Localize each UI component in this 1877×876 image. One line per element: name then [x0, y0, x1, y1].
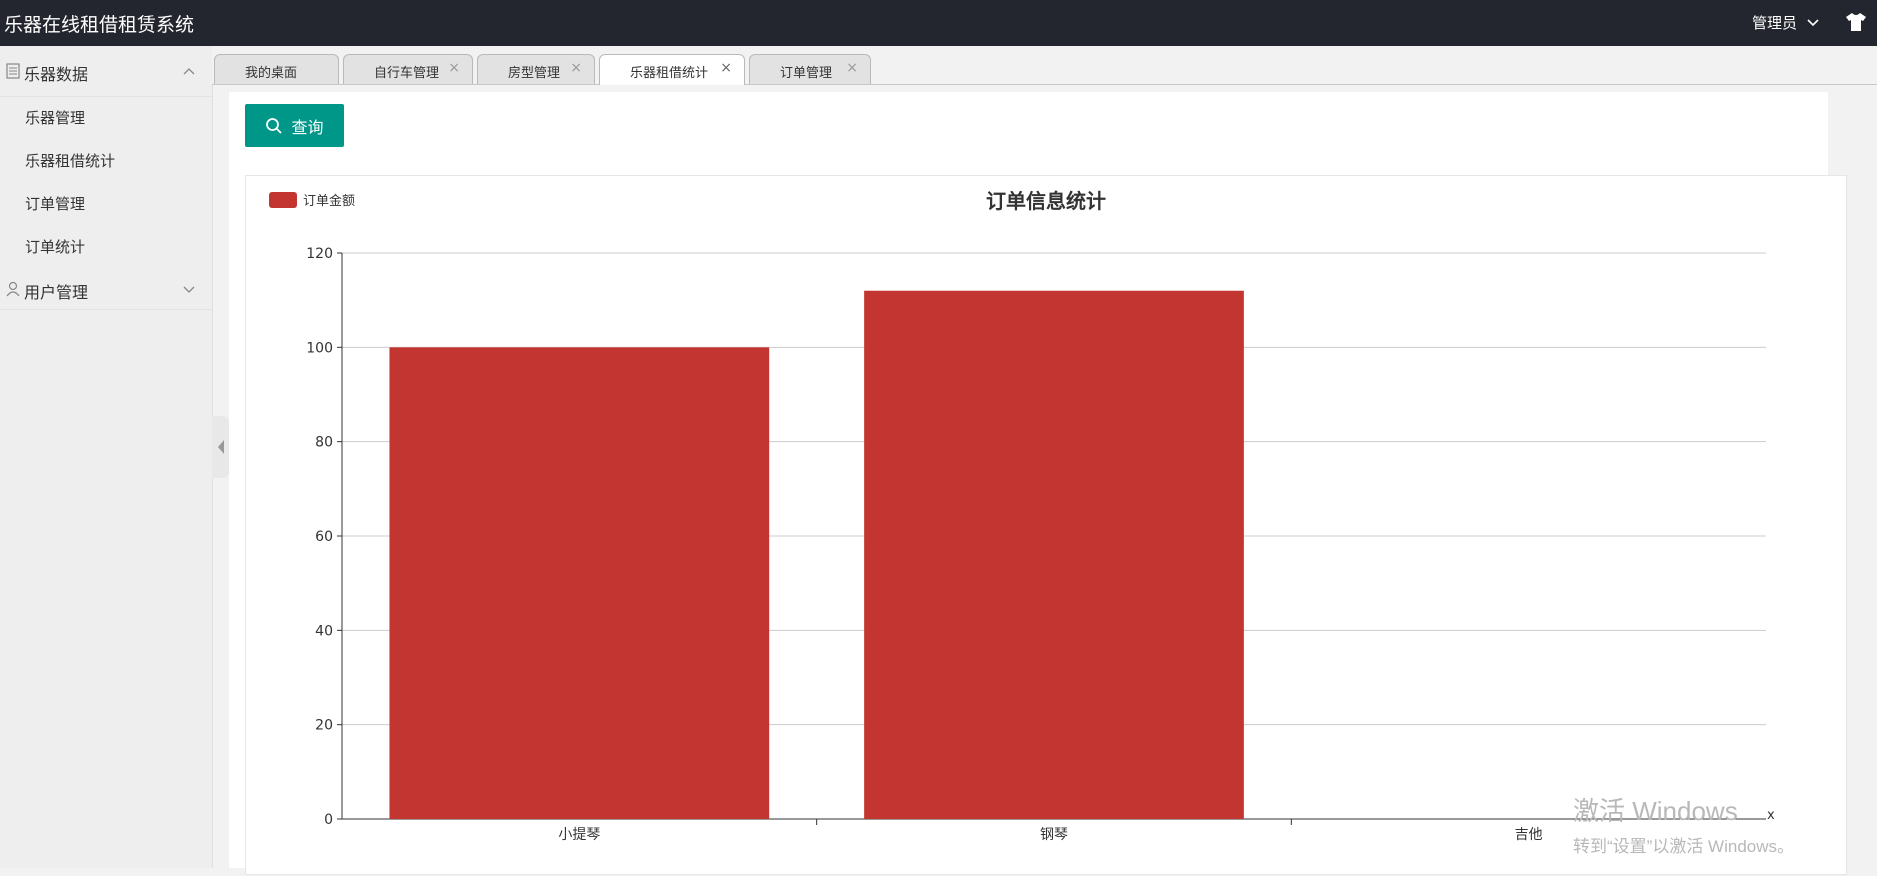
caret-left-icon — [218, 440, 224, 454]
tab-rental-statistics[interactable]: 乐器租借统计 × — [599, 54, 745, 85]
search-icon — [266, 117, 283, 134]
query-button[interactable]: 查询 — [245, 104, 344, 147]
user-name: 管理员 — [1751, 14, 1797, 32]
y-tick-label: 80 — [315, 435, 333, 451]
sidebar-item-instrument-management[interactable]: 乐器管理 — [0, 97, 212, 140]
chevron-down-icon — [1807, 18, 1819, 26]
sidebar-collapse-handle[interactable] — [212, 416, 230, 478]
sidebar: 乐器数据 乐器管理 乐器租借统计 订单管理 订单统计 用户管理 — [0, 46, 213, 868]
tab-label: 订单管理 — [780, 66, 833, 81]
tab-label: 乐器租借统计 — [630, 66, 709, 81]
main-content: 查询 订单信息统计 订单金额 0 20 40 60 80 100 120 小提琴 钢琴 吉他 — [229, 92, 1847, 875]
chevron-down-icon — [183, 286, 195, 293]
bar-chart: 订单信息统计 订单金额 0 20 40 60 80 100 120 小提琴 钢琴 吉他 — [269, 189, 1766, 843]
sidebar-group-instrument-data[interactable]: 乐器数据 — [0, 46, 212, 97]
tab-bicycle-management[interactable]: 自行车管理 × — [343, 54, 473, 84]
y-tick-label: 60 — [315, 529, 333, 545]
sidebar-group-label: 乐器数据 — [24, 65, 89, 84]
y-tick-label: 0 — [324, 812, 333, 828]
close-icon[interactable]: × — [846, 60, 858, 76]
x-tick-label: 小提琴 — [558, 827, 600, 843]
watermark-line2: 转到“设置”以激活 Windows。 — [1573, 837, 1795, 856]
bar — [864, 290, 1244, 819]
list-icon — [6, 63, 20, 79]
sidebar-item-order-management[interactable]: 订单管理 — [0, 183, 212, 226]
y-tick-label: 120 — [306, 246, 333, 262]
tab-label: 我的桌面 — [245, 66, 298, 81]
y-tick-label: 100 — [306, 340, 333, 356]
app-title: 乐器在线租借租赁系统 — [4, 14, 195, 36]
tab-room-type-management[interactable]: 房型管理 × — [477, 54, 595, 84]
y-tick-label: 20 — [315, 718, 333, 734]
close-icon[interactable]: × — [570, 60, 582, 76]
windows-activation-watermark: 激活 Windows 转到“设置”以激活 Windows。 — [1573, 791, 1794, 857]
tab-label: 自行车管理 — [374, 66, 440, 81]
sidebar-item-rental-statistics[interactable]: 乐器租借统计 — [0, 140, 212, 183]
tab-label: 房型管理 — [508, 66, 561, 81]
watermark-close[interactable]: x — [1767, 808, 1775, 823]
close-icon[interactable]: × — [720, 60, 732, 76]
sidebar-group-user-management[interactable]: 用户管理 — [0, 269, 212, 310]
chevron-up-icon — [183, 68, 195, 75]
chart-card: 订单信息统计 订单金额 0 20 40 60 80 100 120 小提琴 钢琴 吉他 — [245, 175, 1847, 875]
chart-title: 订单信息统计 — [986, 189, 1106, 213]
y-tick-label: 40 — [315, 623, 333, 639]
x-tick-label: 吉他 — [1515, 827, 1543, 843]
legend-swatch — [269, 192, 297, 208]
tab-bar: 我的桌面 自行车管理 × 房型管理 × 乐器租借统计 × 订单管理 × — [212, 46, 1877, 85]
tab-my-desktop[interactable]: 我的桌面 — [214, 54, 339, 84]
user-menu[interactable]: 管理员 — [1752, 12, 1821, 33]
user-icon — [6, 281, 20, 297]
sidebar-item-order-statistics[interactable]: 订单统计 — [0, 226, 212, 269]
watermark-line1: 激活 Windows — [1573, 796, 1738, 826]
legend-label: 订单金额 — [303, 193, 355, 209]
query-button-label: 查询 — [291, 117, 324, 137]
x-tick-label: 钢琴 — [1040, 827, 1068, 843]
theme-shirt-icon[interactable] — [1845, 12, 1867, 32]
bar — [389, 347, 770, 819]
close-icon[interactable]: × — [448, 60, 460, 76]
tab-order-management[interactable]: 订单管理 × — [749, 54, 871, 84]
top-header: 乐器在线租借租赁系统 管理员 — [0, 0, 1877, 46]
sidebar-group-label: 用户管理 — [24, 283, 89, 302]
